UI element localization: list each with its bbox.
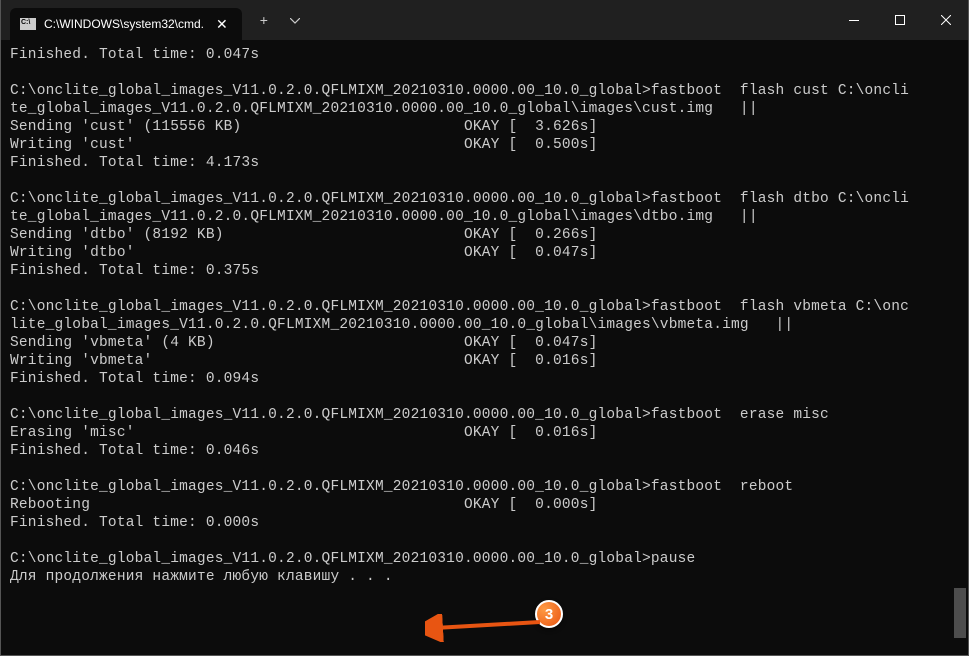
close-tab-button[interactable]: ✕ <box>212 16 232 33</box>
scrollbar[interactable] <box>953 40 967 656</box>
minimize-icon <box>849 20 859 21</box>
tab-dropdown-button[interactable] <box>282 9 308 31</box>
close-window-button[interactable] <box>923 0 969 40</box>
maximize-icon <box>895 15 905 25</box>
titlebar: C:\WINDOWS\system32\cmd. ✕ + <box>0 0 969 40</box>
tab-title: C:\WINDOWS\system32\cmd. <box>44 17 204 31</box>
scrollbar-thumb[interactable] <box>954 588 966 638</box>
window-controls <box>831 0 969 40</box>
maximize-button[interactable] <box>877 0 923 40</box>
terminal-text: Finished. Total time: 0.047s C:\onclite_… <box>10 47 909 585</box>
close-icon <box>941 15 951 25</box>
terminal-tab[interactable]: C:\WINDOWS\system32\cmd. ✕ <box>10 8 242 40</box>
cmd-icon <box>20 18 36 30</box>
terminal-output[interactable]: Finished. Total time: 0.047s C:\onclite_… <box>0 40 969 656</box>
chevron-down-icon <box>290 18 300 24</box>
new-tab-button[interactable]: + <box>250 8 278 32</box>
minimize-button[interactable] <box>831 0 877 40</box>
